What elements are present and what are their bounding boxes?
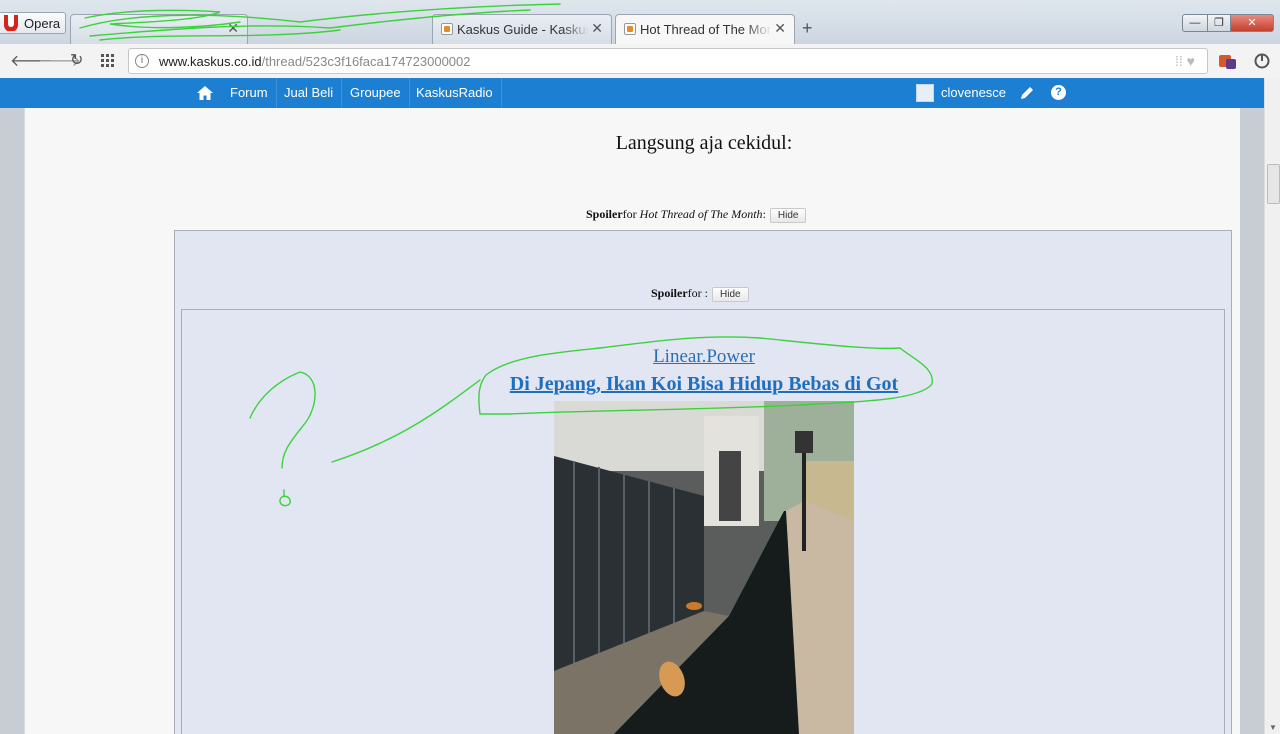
kaskus-favicon-icon: [441, 23, 453, 35]
spoiler-hide-button[interactable]: Hide: [712, 286, 749, 302]
tab-hot-thread[interactable]: Hot Thread of The Month ✕: [615, 14, 795, 44]
url-path: /thread/523c3f16faca174723000002: [261, 54, 471, 69]
opera-menu-button[interactable]: Opera: [0, 12, 66, 34]
tab-title: Kaskus Guide - Kaskus: [457, 22, 589, 37]
post-heading: Langsung aja cekidul:: [615, 132, 793, 154]
page-scrollbar[interactable]: ▼: [1264, 78, 1280, 734]
tab-hidden-spacer: [254, 14, 430, 44]
browser-toolbar: 🡐 🡒 ↻ i www.kaskus.co.id/thread/523c3f16…: [0, 44, 1280, 79]
tab-scribbled[interactable]: ✕: [70, 14, 248, 44]
thread-title-link[interactable]: Di Jepang, Ikan Koi Bisa Hidup Bebas di …: [0, 373, 1280, 396]
spoiler-label: Spoiler: [651, 286, 688, 300]
address-input[interactable]: i www.kaskus.co.id/thread/523c3f16faca17…: [128, 48, 1208, 74]
kaskus-favicon-icon: [624, 23, 636, 35]
spoiler-for: for: [622, 207, 640, 221]
reload-icon[interactable]: ↻: [70, 50, 83, 70]
spoiler-label: Spoiler: [586, 207, 623, 221]
spoiler-colon: :: [704, 286, 709, 300]
opera-menu-label: Opera: [24, 16, 61, 31]
left-sidebar: [24, 108, 166, 734]
pencil-icon[interactable]: [1018, 84, 1036, 102]
spoiler-header-2: Spoilerfor : Hide: [651, 286, 749, 302]
author-link[interactable]: Linear.Power: [0, 346, 1280, 368]
nav-jual-beli[interactable]: Jual Beli: [276, 78, 343, 108]
nav-groupee[interactable]: Groupee: [342, 78, 410, 108]
extension-icon[interactable]: [1218, 52, 1238, 70]
help-icon[interactable]: ?: [1051, 85, 1066, 100]
site-info-icon[interactable]: i: [135, 54, 149, 68]
scrollbar-thumb[interactable]: [1267, 164, 1280, 204]
nav-forum[interactable]: Forum: [222, 78, 277, 108]
spoiler-colon: :: [762, 207, 766, 221]
koi-canal-photo: [554, 401, 854, 734]
bookmark-heart-icon[interactable]: ⁞⁞ ♥: [1175, 53, 1195, 69]
tab-title: Hot Thread of The Month: [640, 22, 772, 37]
maximize-button[interactable]: ❐: [1207, 14, 1231, 32]
scroll-down-arrow-icon[interactable]: ▼: [1269, 723, 1277, 732]
nav-kaskusradio[interactable]: KaskusRadio: [408, 78, 502, 108]
tab-close-icon[interactable]: ✕: [591, 20, 603, 37]
nav-username[interactable]: clovenesce: [941, 78, 1006, 108]
minimize-button[interactable]: —: [1182, 14, 1208, 32]
url-host: www.kaskus.co.id: [159, 54, 262, 69]
spoiler-subject: Hot Thread of The Month: [639, 207, 763, 221]
tab-close-icon[interactable]: ✕: [774, 20, 786, 37]
tab-close-icon[interactable]: ✕: [227, 20, 239, 37]
power-icon[interactable]: [1254, 53, 1270, 69]
avatar[interactable]: [916, 84, 934, 102]
spoiler-for: for: [687, 286, 705, 300]
home-icon[interactable]: [196, 84, 214, 102]
tab-kaskus-guide[interactable]: Kaskus Guide - Kaskus ✕: [432, 14, 612, 44]
close-window-button[interactable]: ✕: [1230, 14, 1274, 32]
browser-title-bar: Opera ✕ Kaskus Guide - Kaskus ✕ Hot Thre…: [0, 0, 1280, 44]
opera-logo-icon: [4, 15, 18, 31]
new-tab-button[interactable]: +: [802, 18, 813, 39]
site-nav-bar: Forum Jual Beli Groupee KaskusRadio clov…: [0, 78, 1264, 108]
url-text: www.kaskus.co.id/thread/523c3f16faca1747…: [159, 54, 471, 69]
spoiler-header-1: Spoilerfor Hot Thread of The Month: Hide: [586, 207, 807, 223]
speed-dial-grid-icon[interactable]: [101, 54, 115, 68]
spoiler-hide-button[interactable]: Hide: [769, 207, 807, 223]
